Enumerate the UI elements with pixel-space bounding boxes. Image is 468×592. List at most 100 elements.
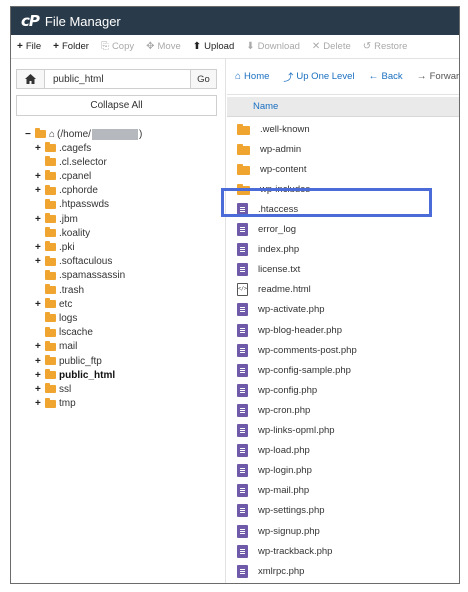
file-row[interactable]: wp-signup.php	[227, 521, 459, 541]
file-row[interactable]: xmlrpc.php	[227, 561, 459, 581]
toolbar-move-button[interactable]: ✥ Move	[146, 41, 181, 52]
toolbar-button-label: Folder	[62, 41, 89, 52]
tree-item-logs[interactable]: logs	[35, 311, 77, 325]
file-row[interactable]: .well-known	[227, 119, 459, 139]
file-name: wp-cron.php	[258, 404, 311, 416]
tree-item-cpanel[interactable]: + .cpanel	[35, 169, 91, 183]
tree-item-label: ssl	[59, 383, 72, 395]
expand-toggle-icon[interactable]: +	[35, 299, 45, 310]
tree-item-cl-selector[interactable]: .cl.selector	[35, 155, 107, 169]
go-button[interactable]: Go	[190, 70, 216, 88]
tree-item-tmp[interactable]: + tmp	[35, 397, 76, 411]
expand-toggle-icon[interactable]: +	[35, 185, 45, 196]
file-row[interactable]: wp-includes	[227, 179, 459, 199]
file-row[interactable]: wp-config-sample.php	[227, 360, 459, 380]
tree-item-cagefs[interactable]: + .cagefs	[35, 141, 91, 155]
toolbar-restore-button[interactable]: ↺ Restore	[363, 41, 408, 52]
file-row[interactable]: wp-comments-post.php	[227, 340, 459, 360]
tree-item-public-ftp[interactable]: + public_ftp	[35, 354, 102, 368]
folder-icon	[45, 312, 56, 323]
nav-back-button[interactable]: ← Back	[368, 71, 402, 82]
file-row[interactable]: wp-admin	[227, 139, 459, 159]
tree-item-pki[interactable]: + .pki	[35, 240, 75, 254]
nav-home-button[interactable]: ⌂ Home	[235, 71, 269, 82]
text-file-icon	[237, 303, 248, 317]
nav-up-one-level-button[interactable]: ⤴ Up One Level	[283, 69, 354, 84]
tree-item-jbm[interactable]: + .jbm	[35, 212, 78, 226]
toolbar-folder-button[interactable]: + Folder	[53, 41, 89, 52]
tree-item-label: lscache	[59, 327, 93, 339]
file-row[interactable]: wp-mail.php	[227, 481, 459, 501]
expand-toggle-icon[interactable]: +	[35, 242, 45, 253]
expand-toggle-icon[interactable]: +	[35, 384, 45, 395]
tree-item-label: .cl.selector	[59, 156, 107, 168]
nav-forwar-button[interactable]: → Forwar	[417, 71, 459, 82]
file-row[interactable]: wp-cron.php	[227, 400, 459, 420]
tree-item-mail[interactable]: + mail	[35, 340, 77, 354]
folder-icon	[237, 123, 250, 135]
file-row[interactable]: wp-load.php	[227, 441, 459, 461]
home-icon	[25, 74, 36, 84]
text-file-icon	[237, 484, 248, 498]
column-header-name[interactable]: Name	[253, 101, 278, 112]
nav-button-label: Home	[244, 71, 270, 82]
tree-item-spamassassin[interactable]: .spamassassin	[35, 269, 125, 283]
back-icon: ←	[368, 71, 379, 82]
html-file-icon	[237, 283, 248, 297]
file-name: wp-signup.php	[258, 525, 320, 537]
expand-toggle-icon[interactable]: +	[35, 398, 45, 409]
expand-toggle-icon[interactable]: +	[35, 171, 45, 182]
folder-icon	[45, 227, 56, 238]
toolbar-delete-button[interactable]: ✕ Delete	[312, 41, 351, 52]
file-row[interactable]: wp-trackback.php	[227, 541, 459, 561]
text-file-icon	[237, 444, 248, 458]
text-file-icon	[237, 343, 248, 357]
file-row[interactable]: wp-activate.php	[227, 300, 459, 320]
file-row[interactable]: wp-blog-header.php	[227, 320, 459, 340]
toolbar-button-label: Move	[157, 41, 181, 52]
expand-toggle-icon[interactable]: +	[35, 370, 45, 381]
expand-toggle-icon[interactable]: +	[35, 341, 45, 352]
file-row[interactable]: wp-links-opml.php	[227, 421, 459, 441]
tree-item-trash[interactable]: .trash	[35, 283, 84, 297]
toolbar-download-button[interactable]: ⬇ Download	[246, 41, 300, 52]
expand-toggle-icon[interactable]: +	[35, 143, 45, 154]
home-directory-button[interactable]	[17, 70, 45, 88]
file-row[interactable]: license.txt	[227, 260, 459, 280]
tree-item-etc[interactable]: + etc	[35, 297, 72, 311]
folder-open-icon	[35, 128, 46, 138]
file-row[interactable]: index.php	[227, 240, 459, 260]
app-header: cP File Manager	[11, 7, 459, 35]
tree-item-cphorde[interactable]: + .cphorde	[35, 184, 98, 198]
expand-toggle-icon[interactable]: +	[35, 256, 45, 267]
tree-item-koality[interactable]: .koality	[35, 226, 90, 240]
collapse-toggle-icon[interactable]: −	[25, 129, 35, 140]
file-row[interactable]: error_log	[227, 220, 459, 240]
file-name: error_log	[258, 224, 297, 235]
tree-item-label: logs	[59, 312, 78, 324]
tree-root[interactable]: − ⌂ (/home/ )	[25, 127, 142, 141]
path-input[interactable]	[45, 70, 190, 88]
tree-item-public-html[interactable]: + public_html	[35, 368, 115, 382]
move-icon: ✥	[146, 41, 155, 52]
expand-toggle-icon[interactable]: +	[35, 356, 45, 367]
file-row[interactable]: wp-content	[227, 159, 459, 179]
tree-item-ssl[interactable]: + ssl	[35, 382, 71, 396]
tree-item-htpasswds[interactable]: .htpasswds	[35, 198, 109, 212]
toolbar-upload-button[interactable]: ⬆ Upload	[193, 41, 235, 52]
tree-item-softaculous[interactable]: + .softaculous	[35, 255, 112, 269]
collapse-all-button[interactable]: Collapse All	[16, 95, 217, 116]
toolbar-file-button[interactable]: + File	[17, 41, 41, 52]
left-pane: Go Collapse All − ⌂ (/home/ ) + .cagefs .c…	[11, 59, 226, 583]
tree-item-lscache[interactable]: lscache	[35, 326, 93, 340]
file-row[interactable]: wp-settings.php	[227, 501, 459, 521]
text-file-icon	[237, 323, 248, 337]
file-row[interactable]: wp-config.php	[227, 380, 459, 400]
expand-toggle-icon[interactable]: +	[35, 214, 45, 225]
file-row[interactable]: readme.html	[227, 280, 459, 300]
toolbar-copy-button[interactable]: ⎘ Copy	[101, 41, 134, 52]
file-name: wp-includes	[260, 183, 311, 195]
folder-icon	[45, 156, 56, 167]
file-row[interactable]: .htaccess	[227, 199, 459, 219]
file-row[interactable]: wp-login.php	[227, 461, 459, 481]
